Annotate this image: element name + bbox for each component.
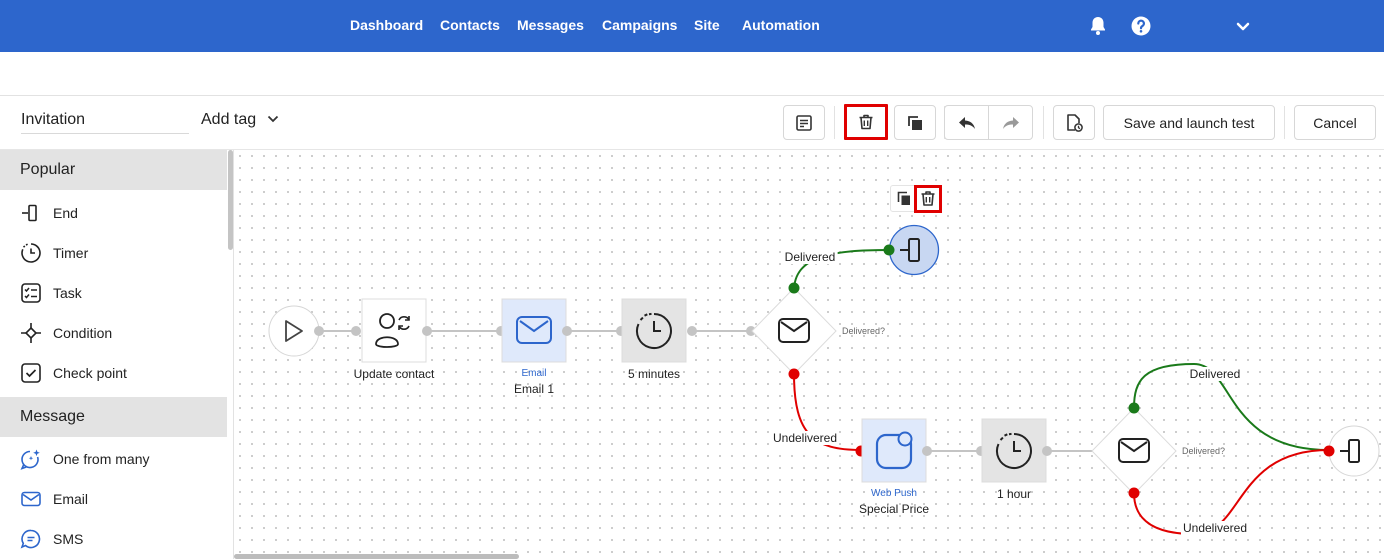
timer-node[interactable]	[616, 298, 697, 363]
condition-question-label: Delivered?	[842, 326, 886, 336]
delivered-branch-label: Delivered	[782, 250, 838, 264]
palette-item-checkpoint[interactable]: Check point	[20, 360, 127, 386]
top-navbar: Dashboard Contacts Messages Campaigns Si…	[0, 0, 1384, 52]
nav-contacts[interactable]: Contacts	[440, 17, 500, 33]
palette-item-timer[interactable]: Timer	[20, 240, 88, 266]
update-contact-node[interactable]	[351, 298, 432, 363]
file-history-icon	[1067, 113, 1083, 132]
version-history-button[interactable]	[1053, 105, 1095, 140]
palette-item-one-from-many[interactable]: One from many	[20, 446, 149, 472]
end-icon	[22, 204, 37, 222]
web-push-type-label: Web Push	[871, 488, 917, 499]
note-icon	[796, 114, 812, 131]
palette-item-label: Timer	[53, 245, 89, 261]
add-tag-dropdown[interactable]: Add tag	[201, 111, 279, 129]
web-push-node[interactable]	[855, 418, 933, 483]
nav-campaigns[interactable]: Campaigns	[602, 17, 677, 33]
editor-toolbar: Invitation Add tag Save and launch test …	[0, 96, 1384, 150]
sparkle-chat-icon	[20, 449, 40, 470]
task-icon	[21, 283, 41, 303]
notes-button[interactable]	[783, 105, 825, 140]
delivered-condition-node[interactable]	[746, 282, 837, 380]
sms-icon	[20, 529, 41, 549]
duplicate-button[interactable]	[894, 105, 936, 140]
bell-icon[interactable]	[1086, 14, 1110, 38]
undo-icon	[958, 116, 975, 129]
flow-canvas[interactable]: Update contact Email Email 1 5 minutes D…	[234, 150, 1384, 559]
web-push-name-label: Special Price	[858, 502, 930, 516]
palette-item-label: One from many	[53, 451, 150, 467]
palette-item-label: Task	[53, 285, 82, 301]
redo-icon	[1002, 116, 1019, 129]
timer-2-label: 1 hour	[996, 487, 1032, 501]
palette-item-sms[interactable]: SMS	[20, 526, 83, 552]
section-message[interactable]: Message	[0, 397, 227, 437]
palette-item-label: Condition	[53, 325, 113, 341]
subheader-strip	[0, 52, 1384, 96]
delete-button[interactable]	[844, 104, 888, 140]
toolbar-divider	[1043, 106, 1044, 139]
redo-button[interactable]	[988, 105, 1033, 140]
port-dot[interactable]	[314, 326, 324, 336]
nav-messages[interactable]: Messages	[517, 17, 584, 33]
toolbar-divider	[834, 106, 835, 139]
email-type-label: Email	[521, 368, 547, 379]
email-icon	[21, 491, 41, 507]
condition-question-label-2: Delivered?	[1182, 446, 1226, 456]
palette-item-task[interactable]: Task	[20, 280, 82, 306]
palette-item-label: Check point	[53, 365, 127, 381]
end-node-selected[interactable]	[883, 224, 940, 276]
timer-icon	[21, 243, 41, 263]
node-delete-button[interactable]	[914, 185, 942, 213]
nav-automation[interactable]: Automation	[742, 17, 820, 33]
start-node[interactable]	[268, 305, 320, 357]
automation-title-input[interactable]: Invitation	[21, 108, 189, 134]
palette-item-label: End	[53, 205, 78, 221]
delivered-condition-node-2[interactable]	[1091, 402, 1177, 499]
end-node[interactable]	[1323, 425, 1380, 477]
condition-icon	[21, 323, 41, 343]
email-name-label: Email 1	[513, 382, 555, 396]
trash-icon	[859, 114, 873, 130]
undelivered-branch-label-2: Undelivered	[1180, 521, 1250, 535]
timer-node-2[interactable]	[976, 418, 1052, 483]
chevron-down-icon	[267, 115, 278, 123]
undo-button[interactable]	[944, 105, 989, 140]
delivered-branch-label-2: Delivered	[1187, 367, 1243, 381]
element-palette: Popular End Timer Task Condition Check p…	[0, 150, 234, 559]
toolbar-divider	[1284, 106, 1285, 139]
palette-item-condition[interactable]: Condition	[20, 320, 112, 346]
timer-label: 5 minutes	[627, 367, 681, 381]
trash-icon	[921, 191, 935, 206]
email-node[interactable]	[496, 298, 572, 363]
undelivered-branch-label: Undelivered	[770, 431, 840, 445]
palette-item-end[interactable]: End	[20, 200, 78, 226]
checkpoint-icon	[21, 363, 41, 383]
copy-icon	[908, 115, 922, 130]
canvas-horizontal-scrollbar[interactable]	[234, 554, 519, 559]
add-tag-label: Add tag	[201, 111, 257, 128]
palette-item-label: SMS	[53, 531, 84, 547]
save-and-launch-test-button[interactable]: Save and launch test	[1103, 105, 1275, 140]
cancel-button[interactable]: Cancel	[1294, 105, 1376, 140]
chevron-down-icon[interactable]	[1231, 14, 1255, 38]
sidebar-scrollbar[interactable]	[228, 150, 233, 250]
flow-graph	[268, 224, 1380, 536]
nav-site[interactable]: Site	[694, 17, 720, 33]
nav-dashboard[interactable]: Dashboard	[350, 17, 423, 33]
copy-icon[interactable]	[897, 191, 911, 206]
palette-item-label: Email	[53, 491, 89, 507]
help-icon[interactable]	[1129, 14, 1153, 38]
section-popular[interactable]: Popular	[0, 150, 227, 190]
palette-item-email[interactable]: Email	[20, 486, 88, 512]
update-contact-label: Update contact	[353, 367, 435, 381]
